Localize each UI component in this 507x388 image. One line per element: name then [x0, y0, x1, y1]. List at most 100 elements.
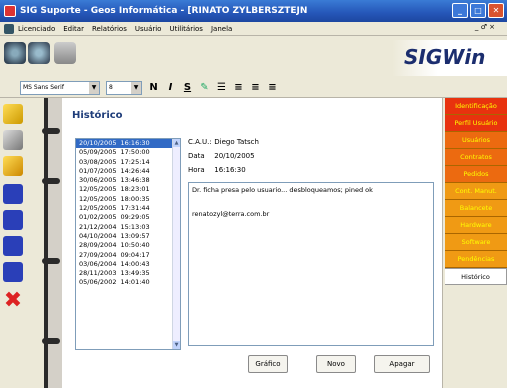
list-item-time: 17:25:14 — [120, 157, 150, 166]
save-disk-icon[interactable] — [3, 236, 23, 256]
menu-editar[interactable]: Editar — [63, 25, 84, 33]
list-item[interactable]: 12/05/2005 17:31:44 — [76, 204, 180, 213]
menu-bar: Licenciado Editar Relatórios Usuário Uti… — [0, 22, 507, 36]
color-icon[interactable]: ✎ — [199, 82, 210, 93]
maximize-button[interactable]: □ — [470, 3, 486, 18]
time-label: Hora — [188, 166, 205, 174]
list-item-time: 13:09:57 — [120, 231, 150, 240]
list-item-time: 14:01:40 — [120, 278, 150, 287]
font-value: MS Sans Serif — [23, 84, 64, 91]
tab-hardware[interactable]: Hardware — [445, 217, 507, 234]
folder-icon[interactable] — [3, 104, 23, 124]
disconnect-icon[interactable] — [28, 42, 50, 64]
tab-hist-rico[interactable]: Histórico — [445, 268, 507, 285]
list-item[interactable]: 12/05/2005 18:23:01 — [76, 185, 180, 194]
minimize-button[interactable]: _ — [452, 3, 468, 18]
mdi-controls[interactable]: _ ♂ × — [475, 23, 495, 31]
tab-contratos[interactable]: Contratos — [445, 149, 507, 166]
keyboard-icon[interactable] — [3, 130, 23, 150]
list-item-date: 01/07/2005 — [79, 166, 117, 175]
list-item-date: 27/09/2004 — [79, 250, 117, 259]
list-item[interactable]: 21/12/2004 15:13:03 — [76, 223, 180, 232]
align-left-icon[interactable]: ≡ — [233, 82, 244, 93]
italic-button[interactable]: I — [165, 82, 176, 93]
notes-textarea[interactable]: Dr. ficha presa pelo usuario... desbloqu… — [188, 182, 434, 346]
list-item-date: 12/05/2005 — [79, 204, 117, 213]
list-item-time: 14:00:43 — [120, 259, 150, 268]
list-item[interactable]: 12/05/2005 18:00:35 — [76, 195, 180, 204]
book-icon[interactable] — [3, 156, 23, 176]
list-item[interactable]: 27/09/2004 09:04:17 — [76, 251, 180, 260]
list-item-time: 14:26:44 — [120, 166, 150, 175]
save-disk-icon[interactable] — [3, 262, 23, 282]
list-item[interactable]: 28/09/2004 10:50:40 — [76, 241, 180, 250]
size-select[interactable]: 8 ▼ — [106, 80, 142, 95]
tab-balancete[interactable]: Balancete — [445, 200, 507, 217]
list-item-date: 03/06/2004 — [79, 259, 117, 268]
tab-software[interactable]: Software — [445, 234, 507, 251]
time-info: Hora 16:16:30 — [188, 166, 246, 174]
list-item[interactable]: 03/06/2004 14:00:43 — [76, 260, 180, 269]
list-item[interactable]: 28/11/2003 13:49:35 — [76, 269, 180, 278]
size-value: 8 — [109, 84, 113, 91]
list-item[interactable]: 05/09/2005 17:50:00 — [76, 148, 180, 157]
connect-icon[interactable] — [4, 42, 26, 64]
font-select[interactable]: MS Sans Serif ▼ — [20, 80, 100, 95]
format-toolbar: MS Sans Serif ▼ 8 ▼ N I S ✎ ☰ ≡ ≡ ≡ — [0, 78, 507, 98]
binder-ring — [42, 128, 60, 134]
list-item-time: 15:13:03 — [120, 222, 150, 231]
section-tabs: Identificação Perfil Usuário Usuários Contr… — [442, 98, 507, 388]
tab-perfil-usu-rio[interactable]: Perfil Usuário — [445, 115, 507, 132]
window-title: SIG Suporte - Geos Informática - [RINATO… — [20, 6, 308, 16]
menu-utilitarios[interactable]: Utilitários — [169, 25, 203, 33]
print-icon[interactable] — [54, 42, 76, 64]
list-item-date: 20/10/2005 — [79, 139, 117, 147]
grafico-label: Gráfico — [255, 360, 281, 368]
list-scrollbar[interactable]: ▲ ▼ — [172, 139, 180, 349]
scroll-down-icon[interactable]: ▼ — [173, 341, 180, 349]
list-item[interactable]: 03/08/2005 17:25:14 — [76, 158, 180, 167]
tab-pedidos[interactable]: Pedidos — [445, 166, 507, 183]
cau-info: C.A.U.: Diego Tatsch — [188, 138, 259, 146]
grafico-button[interactable]: Gráfico — [248, 355, 288, 373]
list-item-time: 13:46:38 — [120, 176, 150, 185]
cau-value: Diego Tatsch — [214, 138, 259, 146]
menu-relatorios[interactable]: Relatórios — [92, 25, 127, 33]
align-center-icon[interactable]: ≡ — [250, 82, 261, 93]
save-disk-icon[interactable] — [3, 184, 23, 204]
close-button[interactable]: ✕ — [488, 3, 504, 18]
list-item[interactable]: 20/10/2005 16:16:30 — [76, 139, 180, 149]
list-item[interactable]: 30/06/2005 13:46:38 — [76, 176, 180, 185]
tab-pend-ncias[interactable]: Pendências — [445, 251, 507, 268]
memo-line: Dr. ficha presa pelo usuario... desbloqu… — [192, 186, 373, 194]
scroll-up-icon[interactable]: ▲ — [173, 139, 180, 147]
list-item[interactable]: 04/10/2004 13:09:57 — [76, 232, 180, 241]
menu-usuario[interactable]: Usuário — [135, 25, 162, 33]
menu-licenciado[interactable]: Licenciado — [18, 25, 55, 33]
menu-janela[interactable]: Janela — [211, 25, 232, 33]
underline-button[interactable]: S — [182, 82, 193, 93]
time-value: 16:16:30 — [214, 166, 246, 174]
apagar-button[interactable]: Apagar — [374, 355, 430, 373]
tab-usu-rios[interactable]: Usuários — [445, 132, 507, 149]
section-title: Histórico — [72, 110, 123, 121]
list-item-time: 16:16:30 — [120, 139, 150, 147]
delete-icon[interactable]: ✖ — [3, 288, 23, 313]
brand-logo: SIGWin — [392, 40, 507, 76]
align-right-icon[interactable]: ≡ — [267, 82, 278, 93]
novo-button[interactable]: Novo — [316, 355, 356, 373]
save-disk-icon[interactable] — [3, 210, 23, 230]
date-value: 20/10/2005 — [214, 152, 255, 160]
history-list[interactable]: 20/10/2005 16:16:30 05/09/2005 17:50:00 03/0… — [75, 138, 181, 350]
bold-button[interactable]: N — [148, 82, 159, 93]
list-item[interactable]: 01/07/2005 14:26:44 — [76, 167, 180, 176]
list-item[interactable]: 05/06/2002 14:01:40 — [76, 278, 180, 287]
left-toolbar: ✖ — [0, 98, 44, 388]
bullets-icon[interactable]: ☰ — [216, 82, 227, 93]
tab-identifica-o[interactable]: Identificação — [445, 98, 507, 115]
list-item[interactable]: 01/02/2005 09:29:05 — [76, 213, 180, 222]
document-icon — [4, 23, 14, 34]
tab-cont-manut-[interactable]: Cont. Manut. — [445, 183, 507, 200]
cau-label: C.A.U.: — [188, 138, 212, 146]
list-item-time: 17:31:44 — [120, 204, 150, 213]
